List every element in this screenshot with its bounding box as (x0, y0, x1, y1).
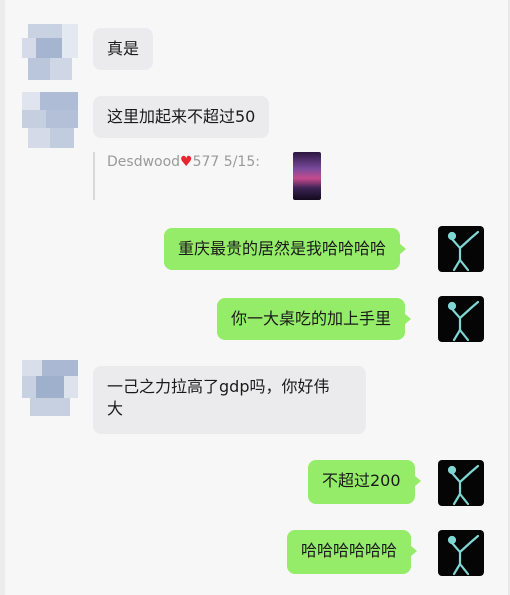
my-avatar[interactable] (438, 530, 484, 576)
message-outgoing: 不超过200 (0, 460, 510, 506)
message-text: 真是 (107, 39, 140, 58)
contact-avatar[interactable] (22, 24, 78, 80)
xray-figure-icon (447, 300, 480, 342)
message-bubble[interactable]: 一己之力拉高了gdp吗，你好伟 大 (93, 366, 366, 434)
message-bubble[interactable]: 这里加起来不超过50 (93, 96, 270, 138)
contact-avatar[interactable] (22, 92, 78, 148)
quote-thumbnail[interactable] (293, 152, 321, 200)
xray-figure-icon (447, 464, 480, 506)
message-text: 你一大桌吃的加上手里 (231, 309, 392, 328)
message-bubble[interactable]: 重庆最贵的居然是我哈哈哈哈 (164, 228, 407, 270)
message-text: 重庆最贵的居然是我哈哈哈哈 (178, 239, 387, 258)
heart-icon: ♥ (180, 154, 193, 170)
contact-avatar[interactable] (22, 360, 78, 416)
quote-sender: Desdwood (107, 154, 181, 170)
message-bubble[interactable]: 你一大桌吃的加上手里 (217, 298, 412, 340)
message-text: 这里加起来不超过50 (107, 107, 256, 126)
quoted-message[interactable]: Desdwood♥577 5/15: (93, 152, 333, 200)
message-text: 哈哈哈哈哈哈 (301, 541, 398, 560)
my-avatar[interactable] (438, 226, 484, 272)
message-incoming: 这里加起来不超过50 (0, 92, 510, 148)
message-outgoing: 你一大桌吃的加上手里 (0, 296, 510, 342)
message-outgoing: 哈哈哈哈哈哈 (0, 530, 510, 576)
quote-divider (93, 152, 95, 200)
message-bubble[interactable]: 真是 (93, 28, 154, 70)
message-incoming: 真是 (0, 24, 510, 80)
message-text-line: 一己之力拉高了gdp吗，你好伟 (107, 377, 330, 396)
message-text: 不超过200 (322, 471, 401, 490)
message-bubble[interactable]: 不超过200 (308, 460, 421, 504)
my-avatar[interactable] (438, 296, 484, 342)
quote-text: Desdwood♥577 5/15: (107, 154, 260, 170)
message-incoming: 一己之力拉高了gdp吗，你好伟 大 (0, 360, 510, 436)
message-outgoing: 重庆最贵的居然是我哈哈哈哈 (0, 226, 510, 272)
my-avatar[interactable] (438, 460, 484, 506)
xray-figure-icon (447, 230, 480, 272)
xray-figure-icon (447, 534, 480, 576)
message-bubble[interactable]: 哈哈哈哈哈哈 (287, 530, 418, 574)
quote-content: 577 5/15: (192, 154, 260, 170)
message-text-line: 大 (107, 399, 124, 418)
